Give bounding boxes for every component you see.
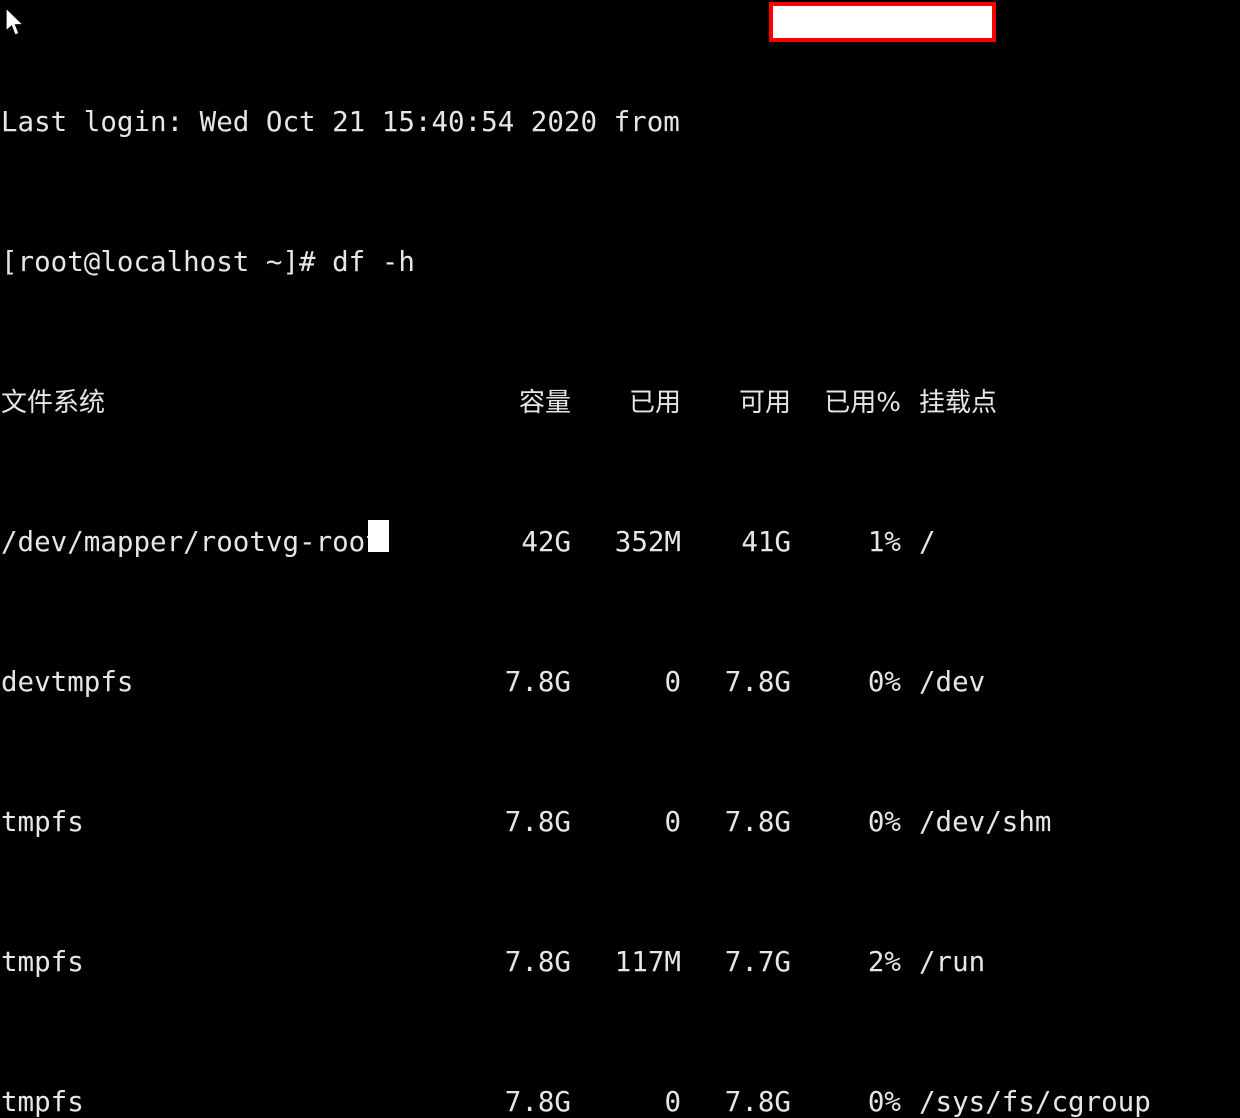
table-row: tmpfs 7.8G 117M 7.7G 2% /run — [0, 945, 1240, 980]
row-used: 117M — [614, 946, 681, 978]
row-use-pct: 1% — [867, 526, 901, 558]
row-use-pct: 2% — [867, 946, 901, 978]
row-use-pct: 0% — [867, 1086, 901, 1118]
row-avail: 7.7G — [724, 946, 791, 978]
row-used: 0 — [664, 1086, 681, 1118]
row-mounted-on: /dev/shm — [919, 806, 1052, 838]
login-message: Last login: Wed Oct 21 15:40:54 2020 fro… — [1, 106, 697, 138]
table-row: tmpfs 7.8G 0 7.8G 0% /sys/fs/cgroup — [0, 1085, 1240, 1118]
row-avail: 41G — [741, 526, 791, 558]
df-header-mounted-on: 挂载点 — [919, 388, 998, 418]
row-use-pct: 0% — [867, 666, 901, 698]
df-header-size: 容量 — [518, 388, 571, 418]
row-avail: 7.8G — [724, 806, 791, 838]
row-used: 0 — [664, 666, 681, 698]
table-row: tmpfs 7.8G 0 7.8G 0% /dev/shm — [0, 805, 1240, 840]
row-filesystem: tmpfs — [1, 946, 84, 978]
row-filesystem: /dev/mapper/rootvg-root — [1, 526, 382, 558]
row-use-pct: 0% — [867, 806, 901, 838]
table-row: /dev/mapper/rootvg-root 42G 352M 41G 1% / — [0, 525, 1240, 560]
row-size: 7.8G — [504, 946, 571, 978]
block-cursor — [368, 520, 389, 552]
df-header-used: 已用 — [628, 388, 681, 418]
row-mounted-on: /run — [919, 946, 986, 978]
row-size: 7.8G — [504, 666, 571, 698]
df-header-use-pct: 已用% — [824, 388, 901, 418]
row-size: 42G — [521, 526, 571, 558]
df-header-row: 文件系统 容量 已用 可用 已用% 挂载点 — [0, 385, 1240, 420]
row-size: 7.8G — [504, 1086, 571, 1118]
row-mounted-on: /dev — [919, 666, 986, 698]
row-filesystem: devtmpfs — [1, 666, 134, 698]
df-header-filesystem: 文件系统 — [1, 388, 106, 418]
redacted-source-host-box — [769, 2, 996, 42]
row-avail: 7.8G — [724, 1086, 791, 1118]
table-row: devtmpfs 7.8G 0 7.8G 0% /dev — [0, 665, 1240, 700]
row-avail: 7.8G — [724, 666, 791, 698]
command-line-text: [root@localhost ~]# df -h — [1, 246, 415, 278]
row-used: 0 — [664, 806, 681, 838]
row-mounted-on: / — [919, 526, 936, 558]
login-line: Last login: Wed Oct 21 15:40:54 2020 fro… — [0, 105, 1240, 140]
df-header-avail: 可用 — [738, 388, 791, 418]
row-size: 7.8G — [504, 806, 571, 838]
command-prompt-line: [root@localhost ~]# df -h — [0, 245, 1240, 280]
row-mounted-on: /sys/fs/cgroup — [919, 1086, 1151, 1118]
row-used: 352M — [614, 526, 681, 558]
row-filesystem: tmpfs — [1, 1086, 84, 1118]
terminal-screen[interactable]: Last login: Wed Oct 21 15:40:54 2020 fro… — [0, 0, 1240, 1118]
row-filesystem: tmpfs — [1, 806, 84, 838]
